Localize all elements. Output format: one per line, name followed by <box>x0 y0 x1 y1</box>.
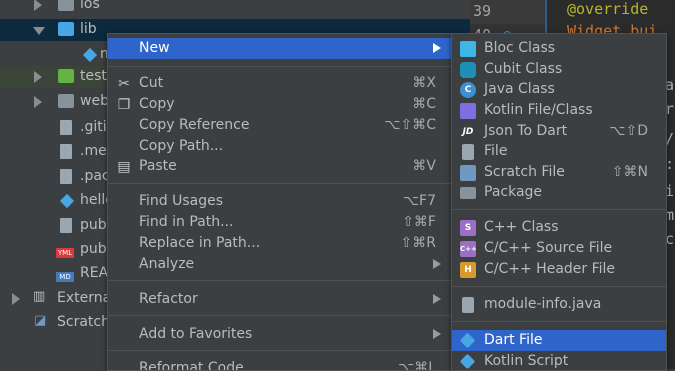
kotlin-script-icon <box>459 353 476 370</box>
library-icon: ▥ <box>33 289 46 304</box>
file-icon <box>60 169 72 184</box>
cpp-class-icon: S <box>460 220 476 236</box>
dart-file-icon <box>59 193 75 209</box>
folder-icon <box>58 69 74 83</box>
file-icon <box>462 144 474 160</box>
menu-separator <box>108 315 453 316</box>
cpp-source-icon: C++ <box>460 241 477 257</box>
menu-item-copy-path[interactable]: Copy Path... <box>108 136 453 157</box>
cubit-icon <box>460 62 476 78</box>
paste-icon: ▤ <box>117 159 131 175</box>
kotlin-icon <box>460 103 476 119</box>
menu-item-copy[interactable]: ❐ Copy ⌘C <box>108 94 453 115</box>
scratch-file-icon <box>460 165 476 181</box>
menu-item-find-usages[interactable]: Find Usages ⌥F7 <box>108 191 453 212</box>
submenu-item-cpp-class[interactable]: S C++ Class <box>452 217 666 238</box>
tree-item-ios[interactable]: ios <box>0 0 470 16</box>
expand-arrow-icon[interactable] <box>34 71 42 83</box>
menu-item-reformat-code[interactable]: Reformat Code ⌥⌘L <box>108 358 453 370</box>
submenu-arrow-icon <box>433 43 441 53</box>
yaml-file-icon: YML <box>56 248 74 258</box>
menu-item-add-to-favorites[interactable]: Add to Favorites <box>108 324 453 345</box>
file-icon <box>60 120 72 135</box>
submenu-arrow-icon <box>433 294 441 304</box>
expand-arrow-icon[interactable] <box>34 96 42 108</box>
menu-item-cut[interactable]: ✂ Cut ⌘X <box>108 73 453 94</box>
submenu-arrow-icon <box>433 259 441 269</box>
cpp-header-icon: H <box>460 262 476 278</box>
menu-separator <box>108 350 453 351</box>
submenu-item-cubit-class[interactable]: Cubit Class <box>452 59 666 80</box>
dart-icon <box>459 332 476 349</box>
expand-arrow-icon[interactable] <box>12 293 20 305</box>
menu-separator <box>452 209 666 210</box>
line-number: 39 <box>473 2 492 20</box>
project-context-menu: New ✂ Cut ⌘X ❐ Copy ⌘C Copy Reference ⌥⇧… <box>107 33 454 371</box>
menu-item-paste[interactable]: ▤ Paste ⌘V <box>108 156 453 177</box>
submenu-item-cpp-source-file[interactable]: C++ C/C++ Source File <box>452 238 666 259</box>
menu-separator <box>452 321 666 322</box>
new-submenu: Bloc Class Cubit Class C Java Class Kotl… <box>451 33 667 371</box>
expand-arrow-icon[interactable] <box>34 0 42 11</box>
menu-separator <box>108 280 453 281</box>
scissors-icon: ✂ <box>118 76 130 92</box>
menu-item-refactor[interactable]: Refactor <box>108 289 453 310</box>
json-icon: JD <box>462 127 474 137</box>
collapse-arrow-icon[interactable] <box>33 27 45 35</box>
submenu-item-dart-file[interactable]: Dart File <box>452 330 666 351</box>
submenu-item-bloc-class[interactable]: Bloc Class <box>452 38 666 59</box>
file-icon <box>60 218 72 233</box>
submenu-item-package[interactable]: Package <box>452 182 666 203</box>
submenu-item-json-to-dart[interactable]: JD Json To Dart ⌥⇧D <box>452 121 666 142</box>
menu-item-replace-in-path[interactable]: Replace in Path... ⇧⌘R <box>108 233 453 254</box>
submenu-item-java-class[interactable]: C Java Class <box>452 79 666 100</box>
bloc-icon <box>460 41 476 57</box>
submenu-item-kotlin-file-class[interactable]: Kotlin File/Class <box>452 100 666 121</box>
markdown-file-icon: MD <box>56 272 74 282</box>
submenu-arrow-icon <box>433 329 441 339</box>
menu-separator <box>108 183 453 184</box>
package-icon <box>460 187 476 199</box>
menu-item-find-in-path[interactable]: Find in Path... ⇧⌘F <box>108 212 453 233</box>
menu-separator <box>452 286 666 287</box>
folder-icon <box>58 22 74 36</box>
folder-icon <box>58 94 74 108</box>
menu-item-new[interactable]: New <box>108 38 453 59</box>
submenu-item-cpp-header-file[interactable]: H C/C++ Header File <box>452 259 666 280</box>
menu-item-copy-reference[interactable]: Copy Reference ⌥⇧⌘C <box>108 115 453 136</box>
java-class-icon: C <box>460 82 476 98</box>
dart-file-icon <box>82 47 98 63</box>
menu-item-analyze[interactable]: Analyze <box>108 254 453 275</box>
submenu-item-file[interactable]: File <box>452 141 666 162</box>
submenu-item-module-info[interactable]: module-info.java <box>452 294 666 315</box>
copy-icon: ❐ <box>117 97 131 113</box>
scratch-icon: ◪ <box>34 313 47 328</box>
submenu-item-scratch-file[interactable]: Scratch File ⇧⌘N <box>452 162 666 183</box>
file-icon <box>60 144 72 159</box>
module-info-icon <box>462 297 474 313</box>
code-line: @override <box>567 0 649 18</box>
folder-icon <box>58 0 74 11</box>
menu-separator <box>108 66 453 67</box>
submenu-item-kotlin-script[interactable]: Kotlin Script <box>452 351 666 370</box>
